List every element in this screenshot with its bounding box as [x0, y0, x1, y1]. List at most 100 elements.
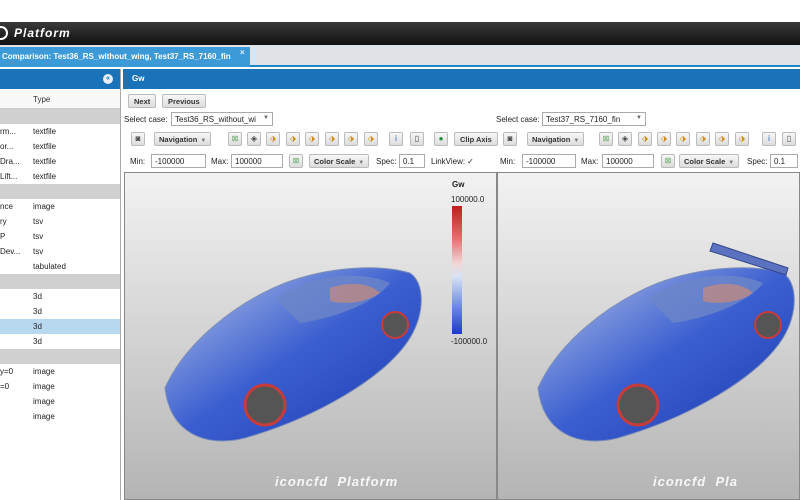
viewport-left[interactable]: Gw 100000.0 -100000.0 iconcfd Platform [124, 172, 497, 500]
watermark-text: Pla [715, 474, 738, 489]
watermark-brand: iconcfd [653, 474, 707, 489]
list-item-name: Dev... [0, 247, 21, 256]
list-item[interactable]: 3d [0, 319, 120, 334]
axis-view-icon[interactable]: ⬗ [638, 132, 652, 146]
min-input-right[interactable]: -100000 [522, 154, 576, 168]
axis-view-icon[interactable]: ⬗ [325, 132, 339, 146]
list-item[interactable]: Lift... textfile [0, 169, 120, 184]
color-scale-dropdown-right[interactable]: Color Scale ▼ [679, 154, 740, 168]
list-item-type: tabulated [33, 262, 66, 271]
column-header: Type [0, 89, 120, 109]
list-item[interactable]: image [0, 394, 120, 409]
min-input-left[interactable]: -100000 [151, 154, 206, 168]
list-group-header[interactable] [0, 274, 120, 289]
list-group-header[interactable] [0, 109, 120, 124]
close-icon[interactable]: × [240, 48, 245, 57]
axis-view-icon[interactable]: ⬗ [696, 132, 710, 146]
list-item[interactable]: y=0 image [0, 364, 120, 379]
linkview-toggle[interactable]: LinkView: ✓ [431, 157, 474, 166]
app-header: Platform [0, 22, 800, 45]
viewport-right[interactable]: iconcfd Pla [497, 172, 800, 500]
list-item-name: rm... [0, 127, 16, 136]
axis-view-icon[interactable]: ⬗ [364, 132, 378, 146]
spec-input-right[interactable]: 0.1 [770, 154, 798, 168]
axis-view-icon[interactable]: ⬗ [266, 132, 280, 146]
list-item[interactable]: 3d [0, 334, 120, 349]
reset-range-icon[interactable]: ⊠ [289, 154, 303, 168]
fit-view-icon[interactable]: ⊠ [599, 132, 613, 146]
legend-title: Gw [452, 180, 465, 189]
list-item-type: image [33, 382, 55, 391]
axis-view-icon[interactable]: ⬗ [657, 132, 671, 146]
car-render-left [164, 267, 422, 442]
list-item-name: nce [0, 202, 13, 211]
car-render-right [537, 242, 795, 442]
clip-axis-button[interactable]: Clip Axis [454, 132, 498, 146]
list-item-type: textfile [33, 142, 57, 151]
reset-range-icon[interactable]: ⊠ [661, 154, 675, 168]
list-group-header[interactable] [0, 349, 120, 364]
info-icon[interactable]: i [762, 132, 776, 146]
camera-icon[interactable]: ◙ [131, 132, 145, 146]
navigation-dropdown-right[interactable]: Navigation ▼ [527, 132, 585, 146]
axis-view-icon[interactable]: ⬗ [735, 132, 749, 146]
color-legend: Gw 100000.0 -100000.0 [446, 178, 494, 348]
page-title: Gw [123, 69, 800, 89]
check-icon[interactable]: ✓ [467, 157, 474, 166]
list-item[interactable]: rm... textfile [0, 124, 120, 139]
case-select-right[interactable]: Test37_RS_7160_fin ▼ [542, 112, 646, 126]
list-item[interactable]: tabulated [0, 259, 120, 274]
wheel-front [243, 383, 287, 427]
list-item-name: ry [0, 217, 7, 226]
max-input-left[interactable]: 100000 [231, 154, 283, 168]
list-item-type: image [33, 412, 55, 421]
list-item-type: tsv [33, 217, 44, 226]
list-item[interactable]: Dev... tsv [0, 244, 120, 259]
chevron-down-icon: ▼ [728, 160, 735, 166]
probe-icon[interactable]: ▯ [410, 132, 424, 146]
watermark: iconcfd Platform [275, 474, 398, 489]
axis-view-icon[interactable]: ⬗ [286, 132, 300, 146]
axis-view-icon[interactable]: ⬗ [344, 132, 358, 146]
info-icon[interactable]: i [389, 132, 403, 146]
cube-icon[interactable]: ◈ [247, 132, 261, 146]
list-item[interactable]: image [0, 409, 120, 424]
tab-bar: Comparison: Test36_RS_without_wing, Test… [0, 45, 800, 67]
list-item-name: =0 [0, 382, 10, 391]
tab-comparison[interactable]: Comparison: Test36_RS_without_wing, Test… [0, 47, 250, 67]
list-item[interactable]: 3d [0, 289, 120, 304]
list-item[interactable]: =0 image [0, 379, 120, 394]
case-select-right-value: Test37_RS_7160_fin [546, 115, 621, 124]
column-header-type: Type [33, 95, 51, 104]
collapse-icon[interactable]: « [103, 74, 113, 84]
list-item[interactable]: nce image [0, 199, 120, 214]
cube-icon[interactable]: ◈ [618, 132, 632, 146]
min-label-right: Min: [500, 157, 516, 166]
list-item[interactable]: 3d [0, 304, 120, 319]
axis-view-icon[interactable]: ⬗ [715, 132, 729, 146]
axis-view-icon[interactable]: ⬗ [676, 132, 690, 146]
spec-input-left[interactable]: 0.1 [399, 154, 425, 168]
case-select-left[interactable]: Test36_RS_without_wi ▼ [171, 112, 273, 126]
list-item[interactable]: ry tsv [0, 214, 120, 229]
list-item[interactable]: Dra... textfile [0, 154, 120, 169]
next-button[interactable]: Next [128, 94, 157, 108]
axis-view-icon[interactable]: ⬗ [305, 132, 319, 146]
left-panel: « Type rm... textfile or... textfile Dra... t… [0, 69, 121, 500]
list-item-name: Lift... [0, 172, 18, 181]
camera-icon[interactable]: ◙ [503, 132, 517, 146]
wheel-front [616, 383, 660, 427]
chevron-down-icon: ▼ [358, 160, 365, 166]
list-item[interactable]: Ptsv [0, 229, 120, 244]
color-scale-label: Color Scale [684, 157, 726, 166]
list-item-type: image [33, 202, 55, 211]
navigation-dropdown-left[interactable]: Navigation ▼ [154, 132, 212, 146]
fit-view-icon[interactable]: ⊠ [228, 132, 242, 146]
previous-button[interactable]: Previous [162, 94, 206, 108]
list-group-header[interactable] [0, 184, 120, 199]
max-input-right[interactable]: 100000 [602, 154, 654, 168]
probe-icon[interactable]: ▯ [782, 132, 796, 146]
clip-icon[interactable]: ● [434, 132, 448, 146]
color-scale-dropdown-left[interactable]: Color Scale ▼ [309, 154, 370, 168]
list-item[interactable]: or... textfile [0, 139, 120, 154]
